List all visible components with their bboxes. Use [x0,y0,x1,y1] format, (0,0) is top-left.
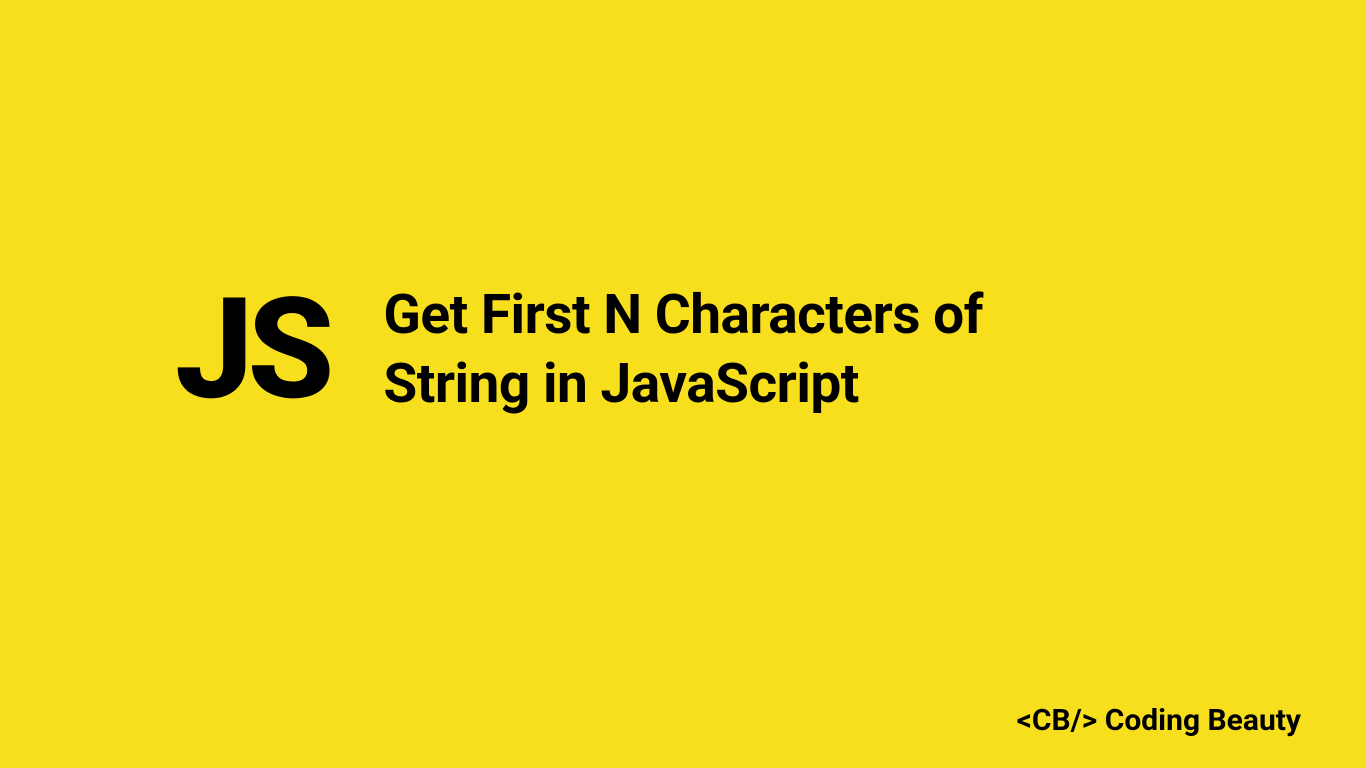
title-line-1: Get First N Characters of [383,281,983,350]
article-title: Get First N Characters of String in Java… [383,281,983,419]
js-logo: JS [175,280,328,420]
title-line-2: String in JavaScript [383,350,983,419]
brand-signature: <CB/> Coding Beauty [1017,703,1301,738]
hero-content: JS Get First N Characters of String in J… [175,280,983,420]
